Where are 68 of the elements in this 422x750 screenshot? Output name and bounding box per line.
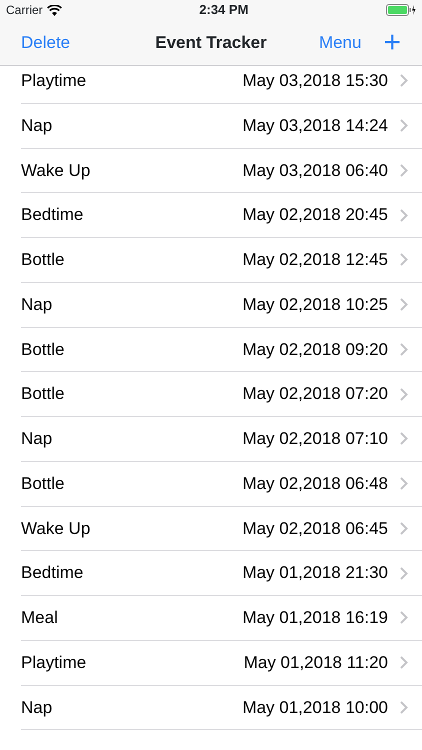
chevron-icon <box>400 611 408 624</box>
menu-button[interactable]: Menu <box>318 30 362 56</box>
event-date: May 01,2018 16:19 <box>242 607 388 630</box>
chevron-icon <box>400 119 408 132</box>
add-button[interactable]: + <box>383 28 401 58</box>
event-date: May 01,2018 11:20 <box>244 652 388 674</box>
event-name: Nap <box>21 428 54 450</box>
event-date: May 01,2018 10:00 <box>242 696 388 719</box>
chevron-icon <box>400 656 408 670</box>
event-name: Nap <box>21 294 54 316</box>
event-date: May 02,2018 06:45 <box>242 518 388 540</box>
event-row[interactable]: Bedtime May 01,2018 21:30 <box>0 551 422 596</box>
event-name: Bottle <box>21 383 66 406</box>
event-date: May 02,2018 06:48 <box>242 472 388 495</box>
event-row[interactable]: Bottle May 02,2018 06:48 <box>0 462 422 506</box>
chevron-icon <box>400 74 408 88</box>
chevron-icon <box>400 566 408 580</box>
chevron-icon <box>400 342 408 356</box>
event-name: Bottle <box>21 338 66 361</box>
event-name: Playtime <box>21 70 88 92</box>
event-name: Wake Up <box>21 518 92 540</box>
event-row[interactable]: Bottle May 02,2018 12:45 <box>0 238 422 283</box>
chevron-icon <box>400 432 408 446</box>
event-row[interactable]: Meal May 01,2018 16:19 <box>0 596 422 641</box>
event-row[interactable]: Wake Up May 02,2018 06:45 <box>0 506 422 552</box>
event-row[interactable]: Bottle May 02,2018 09:20 <box>0 328 422 372</box>
delete-button[interactable]: Delete <box>21 30 70 56</box>
status-time: 2:34 PM <box>199 1 248 20</box>
chevron-icon <box>400 298 408 312</box>
event-row[interactable]: Nap May 02,2018 07:10 <box>0 417 422 462</box>
event-name: Bottle <box>21 249 66 272</box>
event-name: Bedtime <box>21 562 84 584</box>
wifi-icon <box>46 4 62 16</box>
event-name: Wake Up <box>21 160 92 182</box>
event-name: Nap <box>21 114 54 137</box>
chevron-icon <box>400 477 408 490</box>
chevron-icon <box>400 164 408 177</box>
chevron-icon <box>400 700 408 714</box>
event-name: Playtime <box>21 652 88 674</box>
event-row[interactable]: Playtime May 01,2018 11:20 <box>0 640 422 686</box>
event-date: May 03,2018 15:30 <box>242 70 388 92</box>
event-date: May 02,2018 10:25 <box>242 294 388 316</box>
chevron-icon <box>400 388 408 401</box>
event-name: Bottle <box>21 472 66 495</box>
event-row[interactable]: Nap May 02,2018 10:25 <box>0 282 422 328</box>
event-row[interactable]: Nap May 01,2018 10:00 <box>0 686 422 730</box>
event-date: May 02,2018 20:45 <box>242 204 388 226</box>
event-row[interactable]: Wake Up May 03,2018 06:40 <box>0 148 422 194</box>
event-row[interactable]: Playtime May 03,2018 15:30 <box>0 66 422 104</box>
event-date: May 02,2018 12:45 <box>242 249 388 272</box>
carrier-label: Carrier <box>6 2 43 19</box>
event-row[interactable]: Bottle May 02,2018 07:20 <box>0 372 422 417</box>
event-date: May 01,2018 21:30 <box>242 562 388 584</box>
event-date: May 02,2018 07:20 <box>242 383 388 406</box>
event-date: May 02,2018 07:10 <box>242 428 388 450</box>
event-date: May 03,2018 06:40 <box>242 160 388 182</box>
event-name: Bedtime <box>21 204 84 226</box>
chevron-icon <box>400 208 408 222</box>
event-name: Nap <box>21 696 54 719</box>
nav-title: Event Tracker <box>155 32 267 54</box>
event-name: Meal <box>21 607 59 630</box>
battery-icon <box>386 4 416 16</box>
event-row[interactable]: Bedtime May 02,2018 20:45 <box>0 193 422 238</box>
event-date: May 03,2018 14:24 <box>242 114 388 137</box>
event-date: May 02,2018 09:20 <box>242 338 388 361</box>
event-row[interactable]: Nap May 03,2018 14:24 <box>0 104 422 148</box>
chevron-icon <box>400 522 408 535</box>
chevron-icon <box>400 253 408 266</box>
